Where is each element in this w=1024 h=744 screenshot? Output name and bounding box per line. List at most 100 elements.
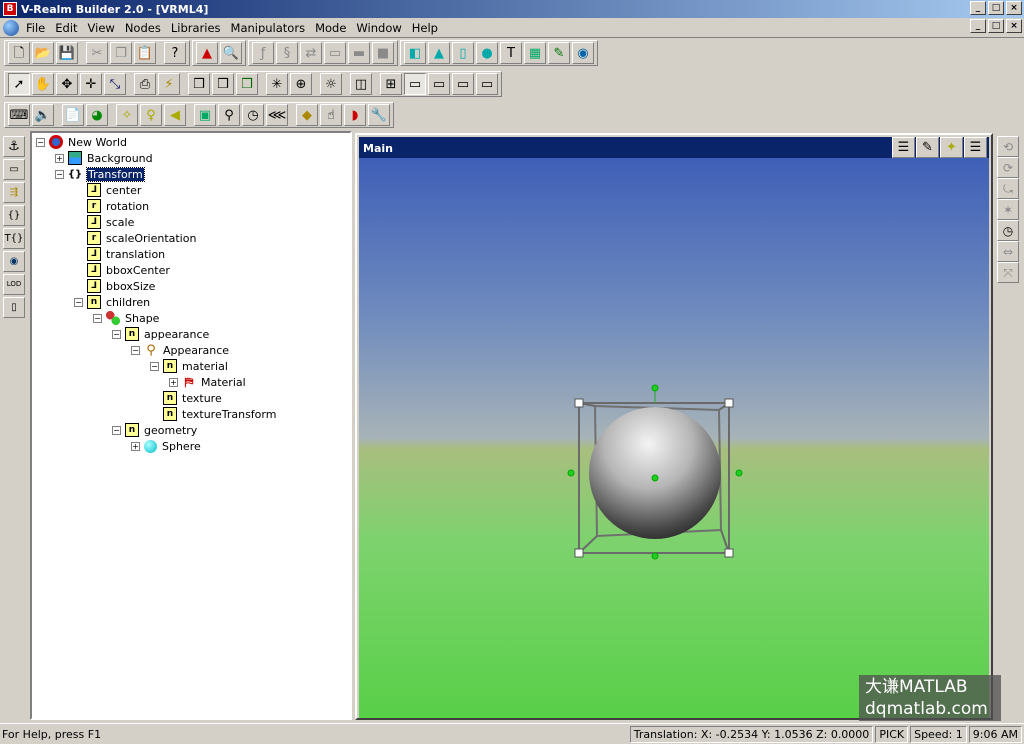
tree-node[interactable]: −{} Transform [55, 166, 145, 182]
collapse-icon[interactable]: − [150, 361, 159, 371]
lightning-icon[interactable]: ⚡ [158, 73, 180, 95]
view-two-icon[interactable]: ▭ [428, 73, 450, 95]
script-icon[interactable]: § [276, 42, 298, 64]
tree-node-label[interactable]: center [106, 184, 141, 197]
hand-icon[interactable]: ✋ [32, 73, 54, 95]
tree-node[interactable]: ⅃ scale [74, 214, 134, 230]
tree-node-label[interactable]: translation [106, 248, 165, 261]
expand-icon[interactable]: + [55, 153, 64, 163]
box-icon[interactable]: ■ [372, 42, 394, 64]
menu-file[interactable]: File [21, 19, 50, 37]
menu-manipulators[interactable]: Manipulators [226, 19, 311, 37]
tree-node[interactable]: n texture [150, 390, 222, 406]
tree-node-label[interactable]: geometry [144, 424, 197, 437]
save-icon[interactable]: 💾 [56, 42, 78, 64]
tree-node-label[interactable]: New World [68, 136, 127, 149]
collapse-icon[interactable]: − [93, 313, 102, 323]
tree-node[interactable]: r rotation [74, 198, 149, 214]
tree-node-label[interactable]: rotation [106, 200, 149, 213]
time-icon[interactable]: ◷ [242, 104, 264, 126]
globe2-icon[interactable]: ◕ [86, 104, 108, 126]
directional-icon[interactable]: ◀ [164, 104, 186, 126]
tree-node[interactable]: ⅃ center [74, 182, 141, 198]
tree-view-icon[interactable]: ☰ [892, 137, 915, 158]
tree-node[interactable]: − Shape [93, 310, 159, 326]
print-icon[interactable]: ⎙ [134, 73, 156, 95]
tree-node-label[interactable]: texture [182, 392, 222, 405]
collapse-icon[interactable]: − [74, 297, 83, 307]
tree-node[interactable]: − New World [36, 134, 127, 150]
doc-minimize-button[interactable]: _ [970, 19, 986, 33]
tree-node-label[interactable]: bboxSize [106, 280, 155, 293]
expand-icon[interactable]: + [131, 441, 140, 451]
3d-viewport[interactable] [359, 158, 989, 718]
navigation-icon[interactable]: ⚲ [218, 104, 240, 126]
cut-icon[interactable]: ✂ [86, 42, 108, 64]
rotate-z-icon[interactable]: ⤿ [997, 178, 1019, 199]
world-icon[interactable]: ◉ [572, 42, 594, 64]
proximity-icon[interactable]: ◆ [296, 104, 318, 126]
center-icon[interactable]: ✶ [997, 199, 1019, 220]
doc-restore-button[interactable]: □ [988, 19, 1004, 33]
document-icon[interactable]: 📄 [62, 104, 84, 126]
tree-node[interactable]: − ⚲ Appearance [131, 342, 229, 358]
billboard-icon[interactable]: ▭ [3, 159, 25, 180]
transform-node-icon[interactable]: T{} [3, 228, 25, 249]
box-dark-icon[interactable]: ▬ [348, 42, 370, 64]
tree-node[interactable]: − n material [150, 358, 228, 374]
view-one-icon[interactable]: ▭ [404, 73, 426, 95]
box-grey-icon[interactable]: ▭ [324, 42, 346, 64]
cylinder-sensor-icon[interactable]: ◗ [344, 104, 366, 126]
minimize-button[interactable]: _ [970, 1, 986, 15]
globe-icon[interactable]: ⊕ [290, 73, 312, 95]
paste-icon[interactable]: 📋 [134, 42, 156, 64]
box-geometry-icon[interactable]: ◧ [404, 42, 426, 64]
rotate-x-icon[interactable]: ⟲ [997, 136, 1019, 157]
view-four-icon[interactable]: ▭ [476, 73, 498, 95]
rotate-y-icon[interactable]: ⟳ [997, 157, 1019, 178]
paint-icon[interactable]: ✎ [548, 42, 570, 64]
tree-node-label[interactable]: bboxCenter [106, 264, 170, 277]
cylinder-icon[interactable]: ▯ [452, 42, 474, 64]
sphere-shape[interactable] [589, 407, 721, 539]
tree-node-label[interactable]: appearance [144, 328, 209, 341]
scale-axis-icon[interactable]: ⇔ [997, 241, 1019, 262]
collapse-icon[interactable]: − [112, 425, 121, 435]
quad-view-icon[interactable]: ⊞ [380, 73, 402, 95]
collision-icon[interactable]: ⇶ [3, 182, 25, 203]
tree-view2-icon[interactable]: ☰ [964, 137, 987, 158]
scale-icon[interactable]: ⤡ [104, 73, 126, 95]
tree-node[interactable]: − n geometry [112, 422, 197, 438]
restore-button[interactable]: □ [988, 1, 1004, 15]
help-icon[interactable]: ? [164, 42, 186, 64]
hand-sensor-icon[interactable]: ☝ [320, 104, 342, 126]
tree-node-label[interactable]: Shape [125, 312, 159, 325]
open-icon[interactable]: 📂 [32, 42, 54, 64]
shapes-icon[interactable]: ▲ [196, 42, 218, 64]
cone-icon[interactable]: ▲ [428, 42, 450, 64]
expand-icon[interactable]: + [169, 377, 178, 387]
timer-icon[interactable]: ◷ [997, 220, 1019, 241]
menu-nodes[interactable]: Nodes [120, 19, 166, 37]
copy-icon[interactable]: ❐ [110, 42, 132, 64]
collapse-icon[interactable]: − [55, 169, 64, 179]
collapse-icon[interactable]: − [131, 345, 140, 355]
tree-node-label[interactable]: Appearance [163, 344, 229, 357]
keyboard-icon[interactable]: ⌨ [8, 104, 30, 126]
text-icon[interactable]: T [500, 42, 522, 64]
collapse-icon[interactable]: − [36, 137, 45, 147]
window-c-icon[interactable]: ❒ [236, 73, 258, 95]
sphere-icon[interactable]: ● [476, 42, 498, 64]
tree-node-label[interactable]: Material [201, 376, 246, 389]
new-icon[interactable]: 🗋 [8, 42, 30, 64]
doc-close-button[interactable]: × [1006, 19, 1022, 33]
single-view-icon[interactable]: ◫ [350, 73, 372, 95]
tree-node-label[interactable]: Sphere [162, 440, 201, 453]
menu-libraries[interactable]: Libraries [166, 19, 226, 37]
group-icon[interactable]: {} [3, 205, 25, 226]
collapse-icon[interactable]: − [112, 329, 121, 339]
tree-node-label[interactable]: material [182, 360, 228, 373]
tree-node[interactable]: + Sphere [131, 438, 201, 454]
pointlight-icon[interactable]: ♀ [140, 104, 162, 126]
snowflake-icon[interactable]: ✳ [266, 73, 288, 95]
